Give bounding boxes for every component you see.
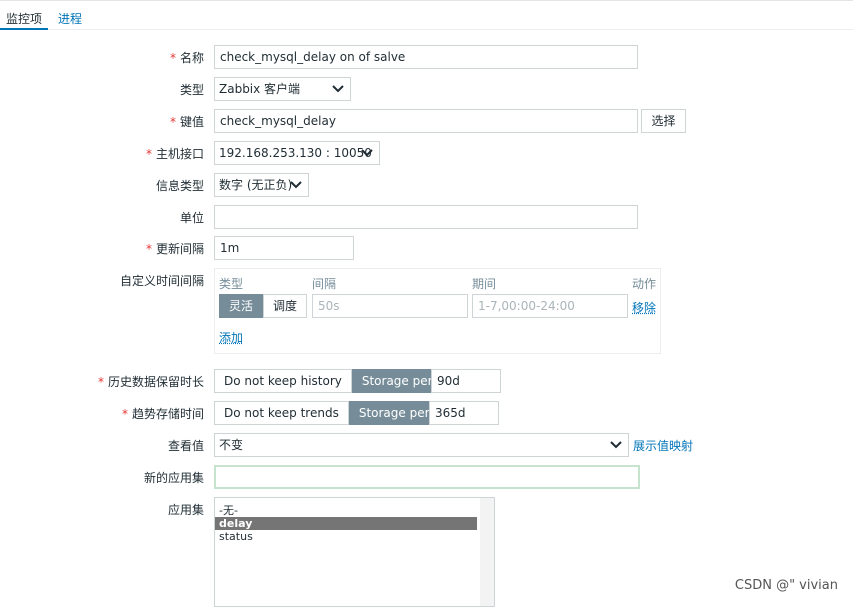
- list-item[interactable]: delay: [215, 517, 477, 530]
- tab-bar: 监控项 进程: [0, 6, 853, 30]
- info-type-label: 信息类型: [155, 179, 204, 193]
- host-interface-label: * 主机接口: [145, 147, 204, 161]
- type-select[interactable]: Zabbix 客户端: [214, 77, 351, 101]
- name-input[interactable]: check_mysql_delay on of salve: [214, 45, 638, 69]
- show-value-mapping-link[interactable]: 展示值映射: [633, 437, 693, 454]
- update-interval-input[interactable]: 1m: [214, 236, 354, 260]
- chevron-down-icon: [290, 181, 302, 189]
- host-interface-select[interactable]: 192.168.253.130 : 10050: [214, 141, 380, 165]
- top-border: [0, 0, 853, 1]
- custom-intervals-label: 自定义时间间隔: [119, 274, 204, 288]
- history-toggle: Do not keep history Storage period: [214, 369, 461, 393]
- col-period-header: 期间: [472, 277, 497, 291]
- new-application-label: 新的应用集: [143, 471, 204, 485]
- trends-toggle: Do not keep trends Storage period: [214, 401, 458, 425]
- key-label: * 键值: [169, 115, 204, 129]
- chevron-down-icon: [332, 85, 344, 93]
- trends-label: * 趋势存储时间: [121, 407, 204, 421]
- new-application-input[interactable]: [214, 465, 640, 489]
- info-type-value: 数字 (无正负): [219, 178, 293, 192]
- key-input[interactable]: check_mysql_delay: [214, 109, 638, 133]
- update-interval-label: * 更新间隔: [145, 242, 204, 256]
- applications-label: 应用集: [167, 503, 204, 517]
- show-value-label: 查看值: [167, 439, 204, 453]
- type-select-value: Zabbix 客户端: [219, 82, 301, 96]
- list-item[interactable]: -无-: [215, 504, 494, 517]
- select-key-button[interactable]: 选择: [641, 109, 686, 133]
- info-type-select[interactable]: 数字 (无正负): [214, 173, 309, 197]
- remove-link[interactable]: 移除: [632, 299, 656, 316]
- flexible-option[interactable]: 灵活: [219, 294, 264, 318]
- tab-processes[interactable]: 进程: [52, 10, 88, 30]
- chevron-down-icon: [610, 441, 622, 449]
- col-action-header: 动作: [632, 277, 657, 291]
- scrollbar[interactable]: [480, 498, 494, 606]
- scheduling-option[interactable]: 调度: [263, 294, 308, 318]
- interval-input[interactable]: 50s: [312, 294, 468, 318]
- list-item[interactable]: status: [215, 530, 494, 543]
- type-label: 类型: [179, 83, 204, 97]
- chevron-down-icon: [361, 149, 373, 157]
- trends-input[interactable]: 365d: [429, 401, 499, 425]
- tab-items[interactable]: 监控项: [0, 10, 49, 30]
- watermark: CSDN @" vivian: [734, 578, 838, 593]
- host-interface-value: 192.168.253.130 : 10050: [219, 146, 372, 160]
- history-label: * 历史数据保留时长: [97, 375, 204, 389]
- name-label: * 名称: [169, 51, 204, 65]
- history-input[interactable]: 90d: [431, 369, 501, 393]
- units-input[interactable]: [214, 205, 638, 229]
- no-history-option[interactable]: Do not keep history: [214, 369, 352, 393]
- no-trends-option[interactable]: Do not keep trends: [214, 401, 349, 425]
- applications-listbox[interactable]: -无- delay status: [214, 497, 495, 607]
- col-interval-header: 间隔: [312, 277, 337, 291]
- units-label: 单位: [179, 211, 204, 225]
- custom-intervals-table: 类型 间隔 期间 动作 灵活 调度 50s 1-7,00:00-24:00 移除…: [214, 268, 661, 354]
- add-link[interactable]: 添加: [219, 329, 243, 346]
- period-input[interactable]: 1-7,00:00-24:00: [472, 294, 628, 318]
- show-value-select[interactable]: 不变: [214, 433, 629, 457]
- show-value-value: 不变: [219, 438, 244, 452]
- interval-type-toggle: 灵活 调度: [219, 294, 308, 318]
- col-type-header: 类型: [219, 277, 244, 291]
